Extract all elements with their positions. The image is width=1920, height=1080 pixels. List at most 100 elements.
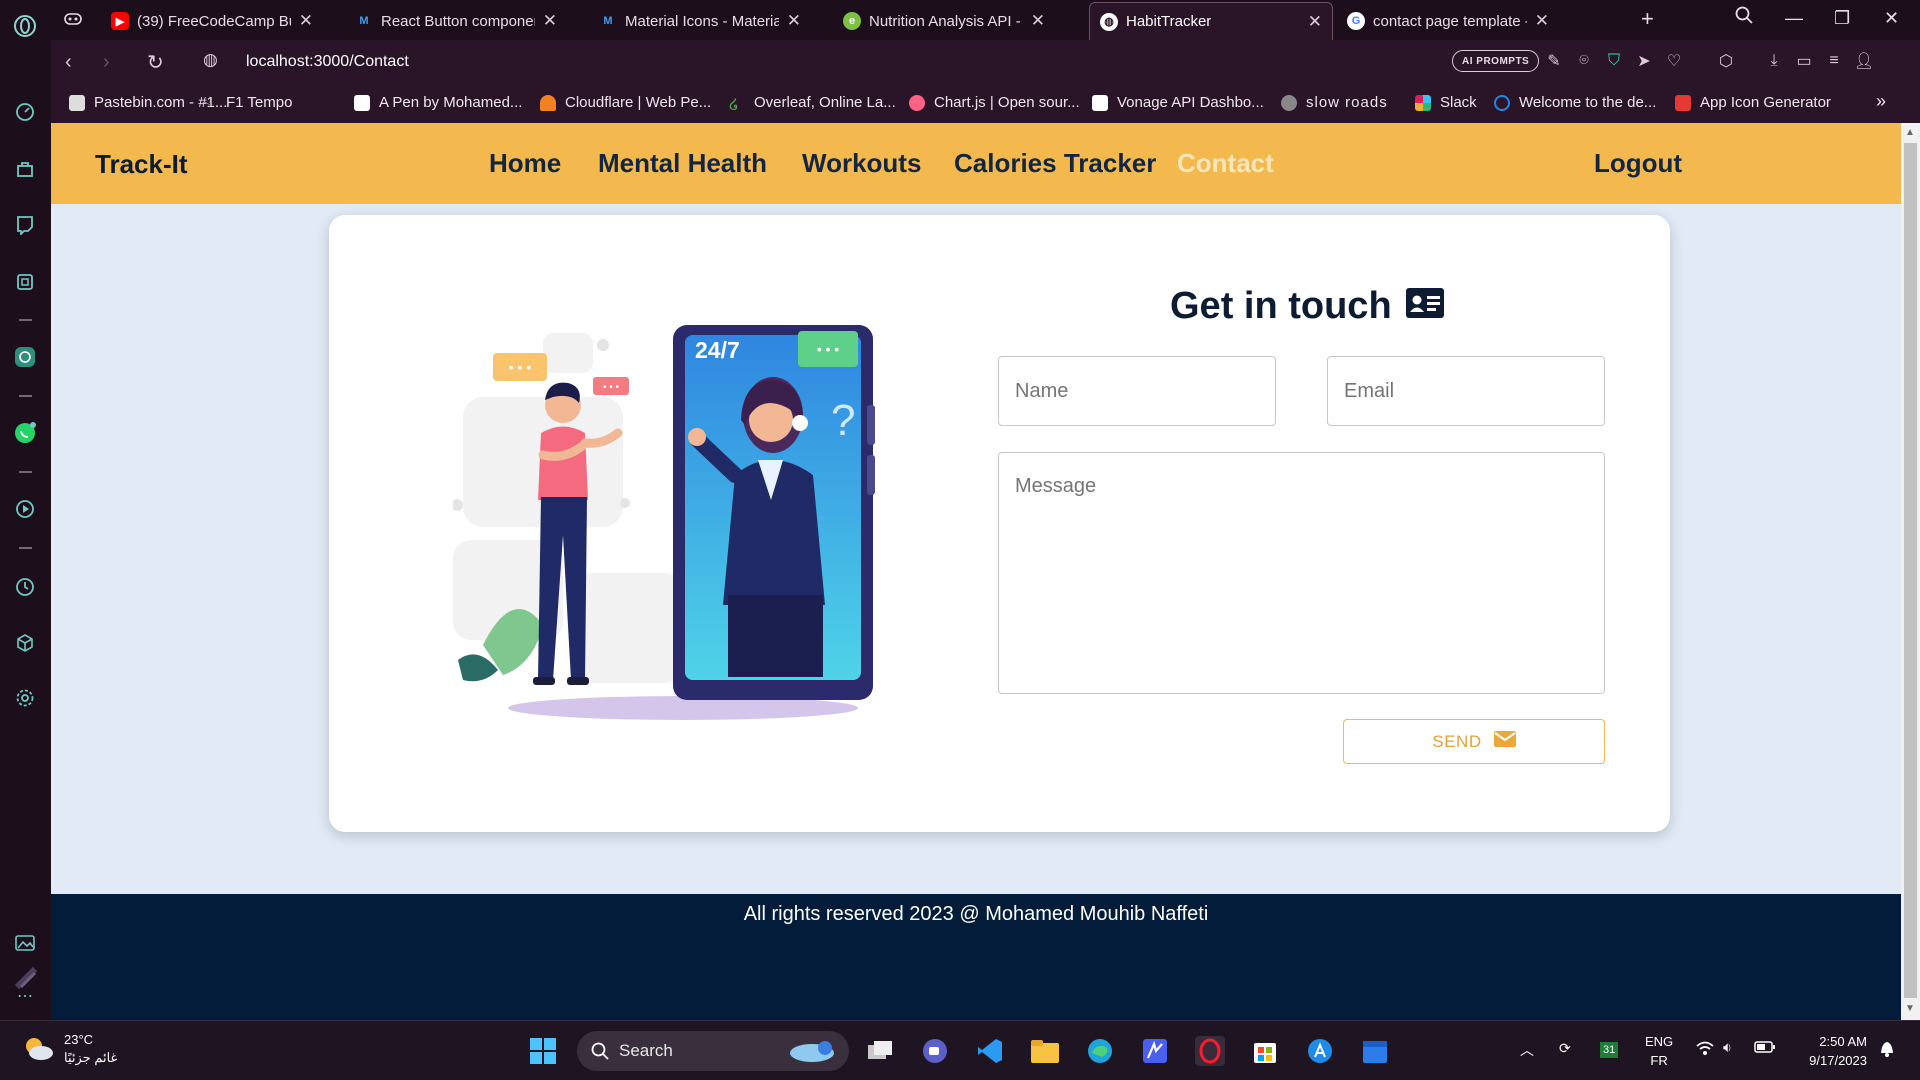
workspace-icon[interactable] bbox=[63, 10, 83, 33]
nav-contact[interactable]: Contact bbox=[1177, 148, 1274, 179]
file-explorer-icon[interactable] bbox=[1029, 1035, 1061, 1067]
app-store-icon[interactable] bbox=[1304, 1035, 1336, 1067]
chatgpt-icon[interactable] bbox=[13, 345, 37, 369]
windows-start-icon[interactable] bbox=[527, 1035, 559, 1067]
task-view-icon[interactable] bbox=[864, 1035, 896, 1067]
ai-prompts-button[interactable]: AI PROMPTS bbox=[1452, 50, 1540, 72]
vpn-shield-icon[interactable]: ⛉ bbox=[1604, 51, 1624, 71]
bookmark-cloudflare[interactable]: Cloudflare | Web Pe... bbox=[540, 94, 711, 111]
bookmark-chartjs[interactable]: Chart.js | Open sour... bbox=[909, 94, 1080, 111]
heart-icon[interactable]: ♡ bbox=[1664, 51, 1684, 71]
site-info-globe-icon[interactable]: ◍ bbox=[203, 50, 218, 70]
tray-overflow-icon[interactable]: ︿ bbox=[1520, 1040, 1534, 1060]
ai-chip-icon[interactable] bbox=[13, 270, 37, 294]
bookmark-welcome[interactable]: Welcome to the de... bbox=[1494, 94, 1656, 111]
nav-home[interactable]: Home bbox=[489, 148, 561, 179]
send-button[interactable]: SEND bbox=[1343, 719, 1605, 764]
svg-text:• • •: • • • bbox=[509, 359, 532, 375]
email-field[interactable] bbox=[1327, 356, 1605, 426]
battery-saver-icon[interactable]: ▭ bbox=[1794, 51, 1814, 71]
tab-material-icons[interactable]: M Material Icons - Material UI ✕ bbox=[589, 2, 811, 40]
close-tab-icon[interactable]: ✕ bbox=[299, 11, 313, 31]
scrollbar-thumb[interactable] bbox=[1904, 143, 1917, 998]
search-tabs-icon[interactable] bbox=[1735, 6, 1753, 29]
edge-icon[interactable] bbox=[1084, 1035, 1116, 1067]
calendar-tray-icon[interactable]: 31 bbox=[1600, 1040, 1619, 1058]
microsoft-store-icon[interactable] bbox=[1249, 1035, 1281, 1067]
nav-mental-health[interactable]: Mental Health bbox=[598, 148, 767, 179]
edit-page-icon[interactable]: ✎ bbox=[1544, 51, 1564, 71]
notifications-icon[interactable] bbox=[1878, 1038, 1896, 1061]
logout-link[interactable]: Logout bbox=[1594, 148, 1682, 179]
shopping-icon[interactable] bbox=[13, 157, 37, 181]
extensions-cube-icon[interactable] bbox=[13, 631, 37, 655]
calendar-app-icon[interactable] bbox=[1359, 1035, 1391, 1067]
nav-workouts[interactable]: Workouts bbox=[802, 148, 921, 179]
minimize-icon[interactable]: — bbox=[1785, 8, 1803, 29]
taskbar-search[interactable]: Search bbox=[577, 1031, 849, 1071]
restore-icon[interactable]: ❐ bbox=[1834, 8, 1850, 29]
scroll-down-icon[interactable]: ▼ bbox=[1905, 1003, 1915, 1014]
send-icon[interactable]: ➤ bbox=[1634, 51, 1654, 71]
tab-nutrition-api[interactable]: e Nutrition Analysis API - Dev ✕ bbox=[833, 2, 1055, 40]
close-tab-icon[interactable]: ✕ bbox=[543, 11, 557, 31]
page-scrollbar[interactable]: ▲ ▼ bbox=[1901, 123, 1920, 1020]
bookmark-slow-roads[interactable]: slow roads bbox=[1281, 94, 1388, 111]
pastebin-icon bbox=[69, 94, 85, 111]
easy-setup-icon[interactable]: ≡ bbox=[1824, 51, 1844, 71]
close-tab-icon[interactable]: ✕ bbox=[787, 11, 801, 31]
settings-gear-icon[interactable] bbox=[13, 686, 37, 710]
extensions-icon[interactable]: ⬡ bbox=[1716, 51, 1736, 71]
player-icon[interactable] bbox=[13, 497, 37, 521]
more-options-icon[interactable]: ⋯ bbox=[13, 984, 37, 1008]
name-field[interactable] bbox=[998, 356, 1276, 426]
opera-logo-icon[interactable] bbox=[13, 14, 37, 38]
site-brand[interactable]: Track-It bbox=[95, 149, 188, 180]
language-indicator[interactable]: ENG FR bbox=[1645, 1032, 1673, 1070]
clock[interactable]: 2:50 AM 9/17/2023 bbox=[1795, 1032, 1867, 1070]
sync-icon[interactable]: ⟳ bbox=[1559, 1040, 1571, 1057]
message-field[interactable] bbox=[998, 452, 1605, 694]
whatsapp-icon[interactable] bbox=[13, 421, 37, 445]
contact-card: • • • • • • • • • ? 24/7 Get in touch Na… bbox=[329, 215, 1670, 832]
close-tab-icon[interactable]: ✕ bbox=[1308, 12, 1322, 32]
twitch-icon[interactable] bbox=[13, 213, 37, 237]
volume-icon[interactable]: 🔉︎ bbox=[1723, 1039, 1732, 1056]
teams-chat-icon[interactable] bbox=[919, 1035, 951, 1067]
tab-freecodecamp[interactable]: ▶ (39) FreeCodeCamp Build a ✕ bbox=[101, 2, 323, 40]
forward-icon[interactable]: › bbox=[103, 51, 110, 74]
bookmark-codepen[interactable]: A Pen by Mohamed... bbox=[354, 94, 522, 111]
camera-icon[interactable]: ⌾ bbox=[1574, 51, 1594, 71]
close-tab-icon[interactable]: ✕ bbox=[1031, 11, 1045, 31]
chartjs-icon bbox=[909, 94, 925, 111]
bookmark-overleaf[interactable]: ໒ Overleaf, Online La... bbox=[729, 94, 896, 113]
back-icon[interactable]: ‹ bbox=[65, 51, 72, 74]
wifi-icon[interactable] bbox=[1695, 1040, 1715, 1059]
close-window-icon[interactable]: ✕ bbox=[1884, 8, 1899, 29]
scroll-up-icon[interactable]: ▲ bbox=[1905, 127, 1915, 138]
close-tab-icon[interactable]: ✕ bbox=[1535, 11, 1549, 31]
downloads-icon[interactable]: ⤓ bbox=[1764, 51, 1784, 71]
nav-calories-tracker[interactable]: Calories Tracker bbox=[954, 148, 1156, 179]
vscode-icon[interactable] bbox=[974, 1035, 1006, 1067]
tab-contact-template[interactable]: G contact page template - Go ✕ bbox=[1337, 2, 1559, 40]
weather-widget[interactable]: 23°C غائم جزئيًا bbox=[22, 1031, 117, 1067]
reload-icon[interactable]: ↻ bbox=[147, 50, 164, 75]
gallery-icon[interactable] bbox=[13, 931, 37, 955]
tab-habittracker[interactable]: ◍ HabitTracker ✕ bbox=[1089, 2, 1333, 40]
history-icon[interactable] bbox=[13, 575, 37, 599]
url-field[interactable]: localhost:3000/Contact bbox=[246, 53, 409, 71]
editor-app-icon[interactable] bbox=[1139, 1035, 1171, 1067]
opera-taskbar-icon[interactable] bbox=[1194, 1035, 1226, 1067]
bookmark-slack[interactable]: Slack bbox=[1415, 94, 1477, 111]
bookmark-app-icon-generator[interactable]: App Icon Generator bbox=[1675, 94, 1831, 111]
bookmarks-overflow-icon[interactable]: » bbox=[1876, 91, 1886, 112]
profile-icon[interactable]: 👤︎ bbox=[1854, 51, 1874, 71]
tab-react-button[interactable]: M React Button component - ✕ bbox=[345, 2, 567, 40]
new-tab-icon[interactable]: + bbox=[1641, 6, 1654, 32]
calendar-badge: 31 bbox=[1600, 1042, 1619, 1058]
bookmark-f1-tempo[interactable]: ⤳ F1 Tempo bbox=[201, 94, 292, 112]
bookmark-vonage[interactable]: Vonage API Dashbo... bbox=[1092, 94, 1264, 111]
speed-dial-icon[interactable] bbox=[13, 100, 37, 124]
battery-icon[interactable] bbox=[1754, 1040, 1776, 1057]
